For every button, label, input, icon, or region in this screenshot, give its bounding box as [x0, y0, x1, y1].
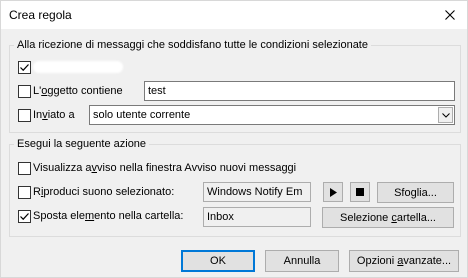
show-alert-checkbox[interactable] — [18, 162, 31, 175]
target-folder-field: Inbox — [203, 207, 311, 227]
sender-checkbox[interactable] — [18, 61, 31, 74]
cancel-button[interactable]: Annulla — [265, 250, 339, 272]
play-sound-checkbox[interactable] — [18, 186, 31, 199]
title-bar: Crea regola — [1, 1, 467, 29]
browse-button[interactable]: Sfoglia... — [377, 182, 454, 203]
checkmark-icon — [20, 213, 29, 221]
checkmark-icon — [20, 64, 29, 72]
dropdown-arrow-button[interactable] — [438, 107, 453, 123]
sound-file-value: Windows Notify Em — [207, 186, 303, 198]
target-folder-value: Inbox — [207, 211, 234, 223]
play-sound-button[interactable] — [323, 182, 343, 202]
subject-value: test — [148, 85, 166, 97]
cancel-button-label: Annulla — [283, 255, 321, 267]
sent-to-select[interactable]: solo utente corrente — [89, 105, 455, 125]
sent-to-label[interactable]: Inviato a — [33, 109, 75, 122]
play-sound-label[interactable]: Riproduci suono selezionato: — [33, 186, 174, 199]
advanced-options-button-label: Opzioni avanzate... — [356, 255, 452, 267]
subject-input[interactable]: test — [144, 81, 455, 101]
create-rule-dialog: Crea regola Alla ricezione di messaggi c… — [0, 0, 468, 278]
close-icon — [445, 10, 455, 20]
select-folder-button[interactable]: Selezione cartella... — [322, 207, 454, 228]
dialog-title: Crea regola — [9, 8, 72, 22]
close-button[interactable] — [439, 5, 461, 25]
ok-button-label: OK — [210, 255, 226, 267]
move-item-checkbox[interactable] — [18, 210, 31, 223]
sound-file-field: Windows Notify Em — [203, 182, 311, 202]
subject-checkbox[interactable] — [18, 85, 31, 98]
select-folder-button-label: Selezione cartella... — [339, 211, 436, 224]
ok-button[interactable]: OK — [181, 250, 255, 272]
sender-name-redacted — [33, 61, 123, 73]
stop-sound-button[interactable] — [350, 182, 370, 202]
chevron-down-icon — [441, 112, 450, 118]
advanced-options-button[interactable]: Opzioni avanzate... — [349, 250, 459, 272]
conditions-group-label: Alla ricezione di messaggi che soddisfan… — [14, 38, 371, 52]
show-alert-label[interactable]: Visualizza avviso nella finestra Avviso … — [33, 162, 296, 175]
play-icon — [329, 187, 337, 197]
stop-icon — [356, 188, 364, 196]
sent-to-value: solo utente corrente — [93, 109, 191, 121]
move-item-label[interactable]: Sposta elemento nella cartella: — [33, 210, 183, 223]
actions-group-label: Esegui la seguente azione — [14, 137, 150, 151]
sent-to-checkbox[interactable] — [18, 109, 31, 122]
browse-button-label: Sfoglia... — [394, 186, 437, 199]
subject-label[interactable]: L'oggetto contiene — [33, 85, 123, 98]
